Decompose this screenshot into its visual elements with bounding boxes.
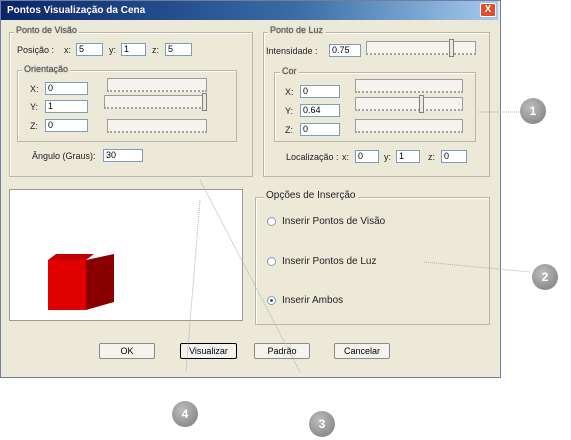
callout-1: 1 bbox=[520, 98, 546, 124]
leader-line-4 bbox=[185, 199, 201, 373]
callout-2: 2 bbox=[532, 264, 558, 290]
leader-line-2 bbox=[423, 261, 531, 273]
callout-3: 3 bbox=[309, 411, 335, 437]
callout-4: 4 bbox=[172, 401, 198, 427]
annotation-leaders bbox=[185, 111, 531, 373]
leader-line-3 bbox=[199, 179, 301, 373]
